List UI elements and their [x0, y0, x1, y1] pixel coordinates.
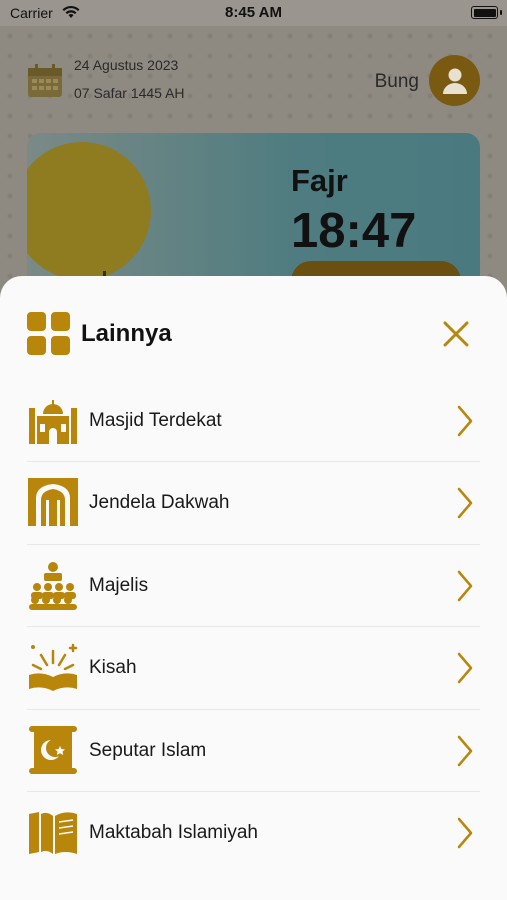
open-book-sparkle-icon — [29, 643, 78, 692]
date-hijri: 07 Safar 1445 AH — [74, 85, 185, 101]
menu-item-kisah[interactable]: Kisah — [27, 627, 480, 710]
menu-item-masjid-terdekat[interactable]: Masjid Terdekat — [27, 380, 480, 463]
menu-item-majelis[interactable]: Majelis — [27, 545, 480, 628]
more-bottom-sheet: Lainnya Masjid Terdekat Jendela Dakwah M… — [0, 276, 507, 900]
battery-nub — [500, 10, 502, 15]
user-name: Bung — [374, 71, 419, 92]
calendar-icon — [28, 64, 62, 97]
menu-item-label: Kisah — [89, 657, 137, 679]
grid-menu-icon — [27, 312, 70, 355]
battery-icon — [471, 6, 498, 19]
menu-item-label: Masjid Terdekat — [89, 410, 222, 431]
menu-item-label: Seputar Islam — [89, 739, 207, 761]
sheet-header: Lainnya — [0, 276, 507, 388]
avatar[interactable] — [429, 55, 480, 106]
menu-item-label: Jendela Dakwah — [89, 492, 230, 514]
chevron-right-icon — [457, 488, 473, 519]
date-gregorian: 24 Agustus 2023 — [74, 57, 179, 73]
window-arch-icon — [28, 478, 78, 527]
menu-item-label: Maktabah Islamiyah — [89, 821, 258, 843]
chevron-right-icon — [457, 405, 473, 437]
chevron-right-icon — [457, 652, 473, 684]
mosque-icon — [29, 400, 77, 444]
status-time: 8:45 AM — [225, 4, 282, 21]
more-menu-list: Masjid Terdekat Jendela Dakwah Majelis K… — [27, 380, 480, 874]
prayer-name: Fajr — [291, 163, 348, 198]
sheet-title: Lainnya — [81, 320, 172, 347]
close-icon — [443, 321, 469, 347]
chevron-right-icon — [457, 735, 473, 766]
chevron-right-icon — [457, 570, 473, 602]
user-icon — [442, 68, 467, 94]
menu-item-maktabah-islamiyah[interactable]: Maktabah Islamiyah — [27, 792, 480, 874]
menu-item-jendela-dakwah[interactable]: Jendela Dakwah — [27, 462, 480, 545]
assembly-icon — [29, 561, 77, 610]
menu-item-label: Majelis — [89, 574, 149, 596]
status-bar: Carrier 8:45 AM — [0, 0, 507, 26]
library-book-icon — [29, 811, 77, 854]
prayer-time: 18:47 — [291, 204, 417, 258]
close-button[interactable] — [438, 316, 474, 352]
scroll-crescent-icon — [29, 725, 77, 774]
menu-item-seputar-islam[interactable]: Seputar Islam — [27, 710, 480, 792]
chevron-right-icon — [457, 817, 473, 849]
